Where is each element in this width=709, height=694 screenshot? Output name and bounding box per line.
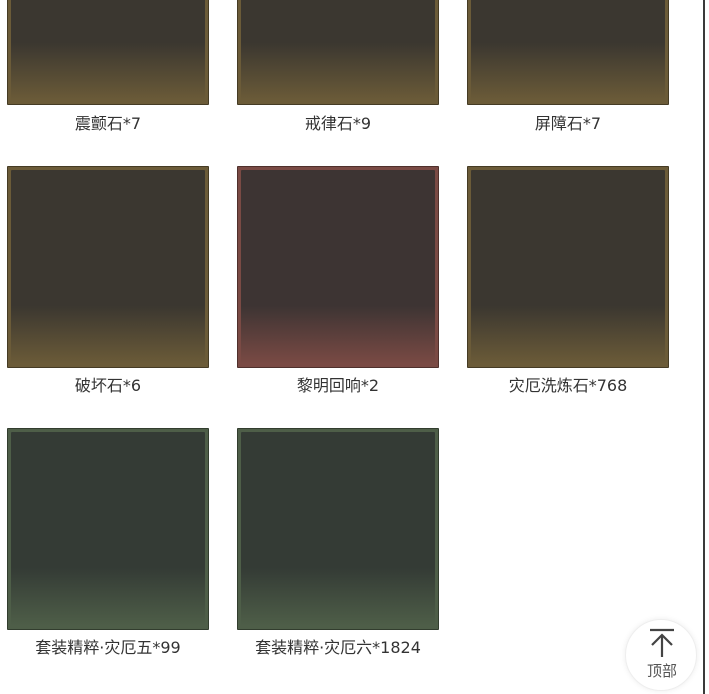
item-tile-2[interactable] bbox=[467, 0, 669, 105]
item-tile-3[interactable] bbox=[7, 166, 209, 368]
item-label-0: 震颤石*7 bbox=[74, 114, 142, 133]
back-to-top-button[interactable]: 顶部 bbox=[625, 619, 697, 691]
item-label-1: 戒律石*9 bbox=[304, 114, 372, 133]
arrow-up-to-top-icon bbox=[650, 628, 674, 657]
back-to-top-label: 顶部 bbox=[646, 662, 677, 680]
item-label-5: 灾厄洗炼石*768 bbox=[508, 376, 628, 395]
item-icon bbox=[11, 432, 205, 626]
item-tile-0[interactable] bbox=[7, 0, 209, 105]
item-icon bbox=[11, 0, 205, 101]
item-icon bbox=[11, 170, 205, 364]
item-label-3: 破坏石*6 bbox=[74, 376, 142, 395]
item-label-7: 套装精粹·灾厄六*1824 bbox=[255, 638, 421, 657]
item-icon bbox=[241, 0, 435, 101]
page-edge-divider bbox=[703, 0, 705, 694]
item-icon bbox=[471, 170, 665, 364]
item-tile-5[interactable] bbox=[467, 166, 669, 368]
item-tile-6[interactable] bbox=[7, 428, 209, 630]
item-label-6: 套装精粹·灾厄五*99 bbox=[35, 638, 181, 657]
item-grid-page: 震颤石*7 戒律石*9 屏障石*7 破坏石*6 黎明回响*2 灾厄洗炼石*768… bbox=[0, 0, 709, 694]
item-tile-7[interactable] bbox=[237, 428, 439, 630]
item-label-4: 黎明回响*2 bbox=[296, 376, 380, 395]
item-icon bbox=[471, 0, 665, 101]
item-tile-4[interactable] bbox=[237, 166, 439, 368]
item-icon bbox=[241, 432, 435, 626]
item-label-2: 屏障石*7 bbox=[534, 114, 602, 133]
item-icon bbox=[241, 170, 435, 364]
item-tile-1[interactable] bbox=[237, 0, 439, 105]
